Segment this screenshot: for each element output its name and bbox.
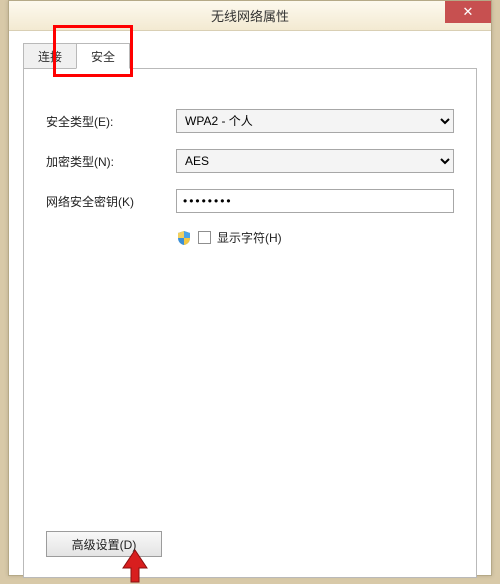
show-characters-checkbox[interactable] <box>198 231 211 244</box>
show-characters-row: 显示字符(H) <box>176 229 454 246</box>
encryption-type-row: 加密类型(N): AES <box>46 149 454 173</box>
close-icon: ✕ <box>463 4 474 20</box>
shield-icon <box>176 230 192 246</box>
titlebar: 无线网络属性 ✕ <box>9 1 491 31</box>
security-tab-pane: 安全类型(E): WPA2 - 个人 加密类型(N): AES 网络安全密钥(K… <box>23 68 477 578</box>
close-button[interactable]: ✕ <box>445 1 491 23</box>
encryption-type-select[interactable]: AES <box>176 149 454 173</box>
security-type-row: 安全类型(E): WPA2 - 个人 <box>46 109 454 133</box>
tab-connect[interactable]: 连接 <box>23 43 77 69</box>
security-key-label: 网络安全密钥(K) <box>46 193 176 210</box>
security-key-row: 网络安全密钥(K) <box>46 189 454 213</box>
advanced-settings-button[interactable]: 高级设置(D) <box>46 531 162 557</box>
encryption-type-field: AES <box>176 149 454 173</box>
wireless-properties-window: 无线网络属性 ✕ 连接 安全 安全类型(E): WPA2 - 个人 加密类型(N… <box>8 0 492 576</box>
tab-bar: 连接 安全 <box>23 43 477 69</box>
security-key-field <box>176 189 454 213</box>
security-type-label: 安全类型(E): <box>46 113 176 130</box>
window-title: 无线网络属性 <box>9 6 491 25</box>
security-key-input[interactable] <box>176 189 454 213</box>
show-characters-label: 显示字符(H) <box>217 229 282 246</box>
encryption-type-label: 加密类型(N): <box>46 153 176 170</box>
content-area: 连接 安全 安全类型(E): WPA2 - 个人 加密类型(N): AES <box>9 31 491 575</box>
security-type-field: WPA2 - 个人 <box>176 109 454 133</box>
security-type-select[interactable]: WPA2 - 个人 <box>176 109 454 133</box>
tab-security[interactable]: 安全 <box>76 43 130 69</box>
